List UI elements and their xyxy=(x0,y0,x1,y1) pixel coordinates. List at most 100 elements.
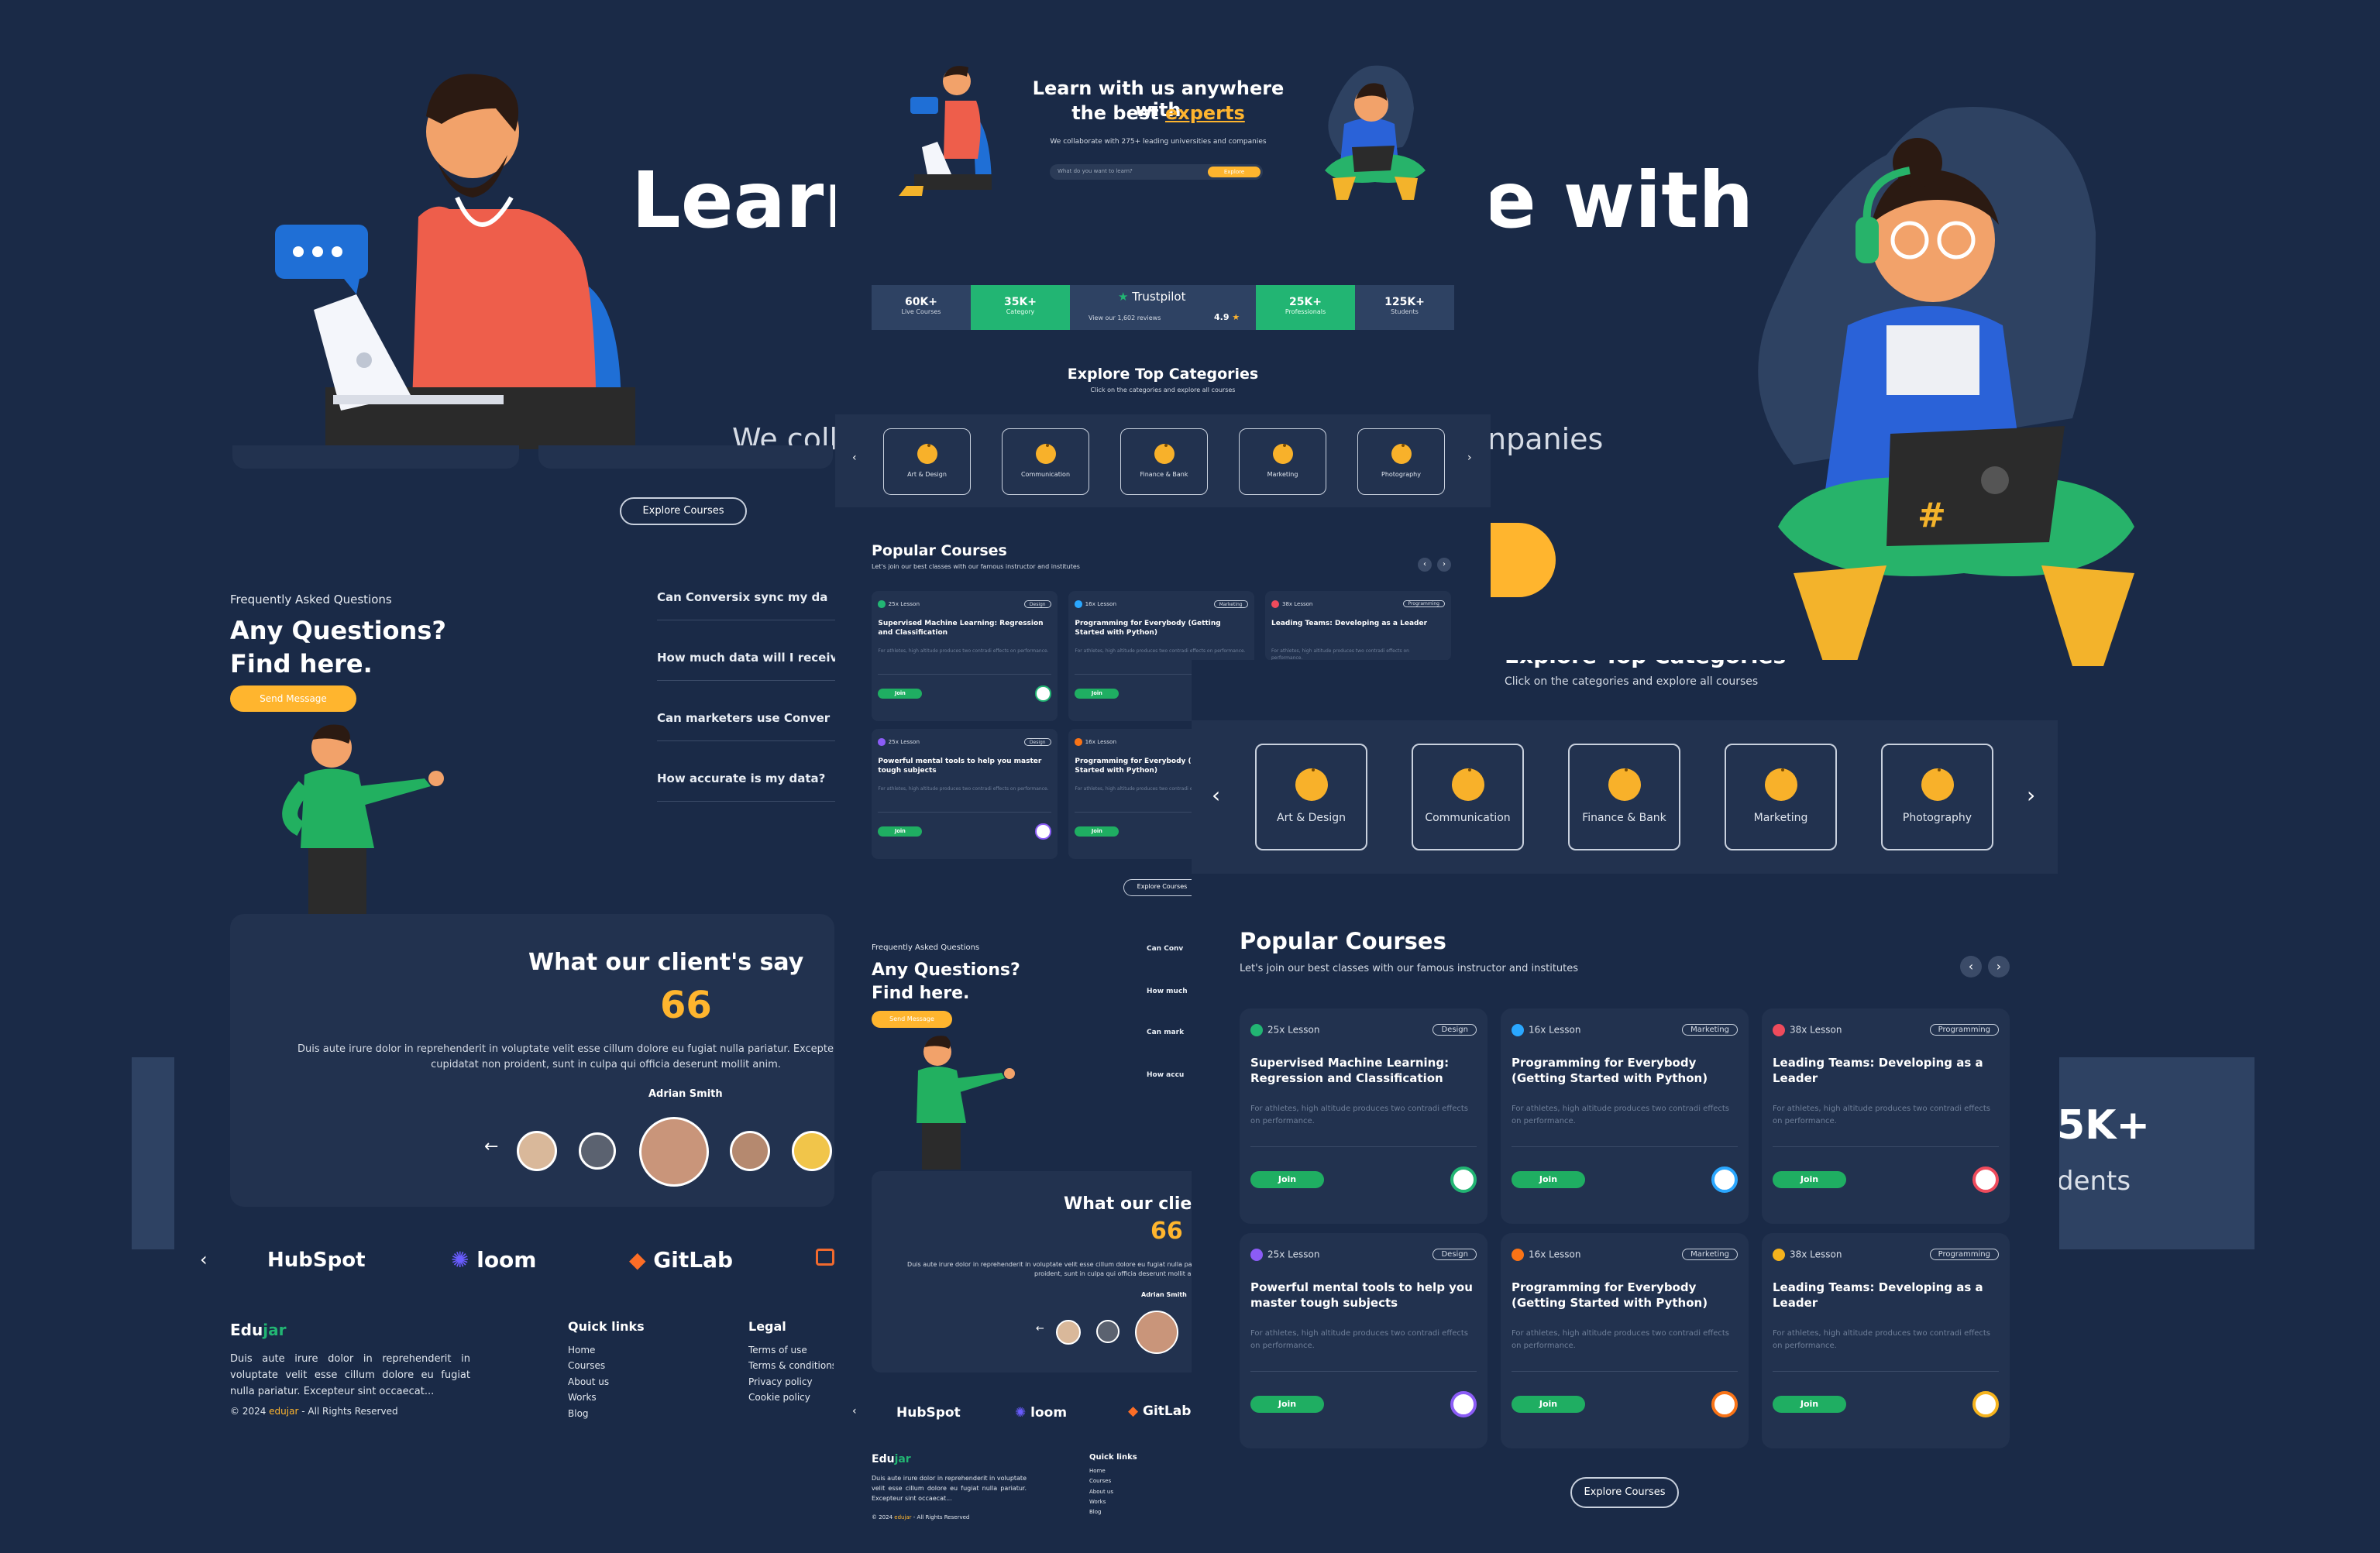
join-button[interactable]: Join xyxy=(1512,1171,1585,1188)
categories-prev-icon-big[interactable]: ‹ xyxy=(1212,782,1220,808)
popular-prev-icon[interactable]: ‹ xyxy=(1960,956,1982,977)
join-button[interactable]: Join xyxy=(1075,826,1119,837)
category-small-1[interactable]: Communication xyxy=(1002,428,1089,495)
course-card[interactable]: 25x Lesson Design Powerful mental tools to… xyxy=(1240,1233,1488,1448)
category-3[interactable]: Marketing xyxy=(1725,744,1837,850)
category-0[interactable]: Art & Design xyxy=(1255,744,1367,850)
footer-link-courses[interactable]: Courses xyxy=(568,1358,609,1373)
popular-prev-small-icon[interactable]: ‹ xyxy=(1418,558,1432,572)
category-label: Art & Design xyxy=(1277,812,1346,824)
footer-link-works[interactable]: Works xyxy=(568,1390,609,1405)
avatar[interactable] xyxy=(1096,1320,1119,1343)
faq-question-small-3[interactable]: Can mark xyxy=(1147,1029,1184,1036)
footer-link-works-small[interactable]: Works xyxy=(1089,1497,1113,1507)
faq-question-2[interactable]: How much data will I receiv xyxy=(657,651,837,665)
search-input[interactable]: What do you want to learn? xyxy=(1058,168,1133,174)
join-button[interactable]: Join xyxy=(1512,1396,1585,1413)
partners-prev-icon[interactable]: ‹ xyxy=(200,1249,208,1270)
join-button[interactable]: Join xyxy=(878,826,923,837)
course-card[interactable]: 16x Lesson Marketing Programming for Every… xyxy=(1501,1233,1749,1448)
popular-next-small-icon[interactable]: › xyxy=(1437,558,1451,572)
join-button[interactable]: Join xyxy=(1773,1171,1846,1188)
category-1[interactable]: Communication xyxy=(1412,744,1524,850)
partner-loom-label: loom xyxy=(476,1247,537,1273)
avatar-active[interactable] xyxy=(639,1117,709,1187)
categories-prev-icon[interactable]: ‹ xyxy=(852,452,857,464)
footer-link-terms-use[interactable]: Terms of use xyxy=(748,1342,834,1358)
course-title[interactable]: Leading Teams: Developing as a Leader xyxy=(1773,1280,1999,1311)
course-title[interactable]: Programming for Everybody (Getting Start… xyxy=(1512,1055,1738,1087)
explore-search-button[interactable]: Explore xyxy=(1208,167,1261,177)
footer-link-home[interactable]: Home xyxy=(568,1342,609,1358)
footer-link-courses-small[interactable]: Courses xyxy=(1089,1476,1113,1486)
category-small-2[interactable]: Finance & Bank xyxy=(1120,428,1208,495)
testimonial-title-small: What our clie xyxy=(1064,1194,1192,1214)
avatar[interactable] xyxy=(792,1131,832,1171)
avatar[interactable] xyxy=(730,1131,770,1171)
hero-title-line2: the best experts xyxy=(1007,102,1309,124)
faq-question-4[interactable]: How accurate is my data? xyxy=(657,771,825,785)
category-small-4[interactable]: Photography xyxy=(1357,428,1445,495)
join-button[interactable]: Join xyxy=(1250,1396,1324,1413)
stat-value: 35K+ xyxy=(1003,296,1037,308)
course-card[interactable]: 38x Lesson Programming Leading Teams: Deve… xyxy=(1762,1008,2010,1224)
category-4[interactable]: Photography xyxy=(1881,744,1993,850)
faq-question-small-4[interactable]: How accu xyxy=(1147,1071,1184,1079)
course-title[interactable]: Supervised Machine Learning: Regression … xyxy=(1250,1055,1477,1087)
footer-link-blog[interactable]: Blog xyxy=(568,1406,609,1421)
testimonial-prev-small-icon[interactable]: ← xyxy=(1036,1323,1044,1335)
join-button[interactable]: Join xyxy=(878,689,923,699)
footer-link-privacy[interactable]: Privacy policy xyxy=(748,1374,834,1390)
avatar-active[interactable] xyxy=(1135,1311,1178,1354)
course-card-small[interactable]: 25x Lesson Design Powerful mental tools to… xyxy=(872,729,1058,859)
explore-courses-button-small[interactable]: Explore Courses xyxy=(1123,879,1201,896)
footer-link-blog-small[interactable]: Blog xyxy=(1089,1507,1113,1517)
footer-link-about-small[interactable]: About us xyxy=(1089,1487,1113,1497)
category-small-0[interactable]: Art & Design xyxy=(883,428,971,495)
faq-question-1[interactable]: Can Conversix sync my da xyxy=(657,590,827,604)
footer-link-about[interactable]: About us xyxy=(568,1374,609,1390)
stat-big-value: 5K+ xyxy=(2057,1102,2151,1149)
faq-question-small-2[interactable]: How much xyxy=(1147,988,1188,995)
avatar[interactable] xyxy=(579,1132,616,1170)
join-button[interactable]: Join xyxy=(1773,1396,1846,1413)
faq-question-small-1[interactable]: Can Conv xyxy=(1147,945,1183,953)
course-title[interactable]: Powerful mental tools to help you master… xyxy=(878,757,1051,775)
stat-trustpilot: ★ Trustpilot View our 1,602 reviews 4.9 … xyxy=(1070,285,1256,330)
faq-send-message-button[interactable]: Send Message xyxy=(230,685,356,712)
faq-send-message-small[interactable]: Send Message xyxy=(872,1011,952,1028)
join-button[interactable]: Join xyxy=(1250,1171,1324,1188)
avatar[interactable] xyxy=(517,1131,557,1171)
categories-next-icon-big[interactable]: › xyxy=(2027,782,2035,808)
explore-courses-button-left[interactable]: Explore Courses xyxy=(620,497,747,525)
course-card-small[interactable]: 38x Lesson Programming Leading Teams: Deve… xyxy=(1265,591,1451,661)
categories-next-icon[interactable]: › xyxy=(1467,452,1472,464)
explore-courses-button[interactable]: Explore Courses xyxy=(1570,1477,1679,1508)
course-title[interactable]: Leading Teams: Developing as a Leader xyxy=(1271,619,1434,628)
institute-logo-icon xyxy=(1711,1391,1738,1417)
avatar[interactable] xyxy=(1056,1320,1081,1345)
category-2[interactable]: Finance & Bank xyxy=(1568,744,1680,850)
course-title[interactable]: Programming for Everybody (Getting Start… xyxy=(1512,1280,1738,1311)
course-title[interactable]: Leading Teams: Developing as a Leader xyxy=(1773,1055,1999,1087)
hero-big-subtitle-right: npanies xyxy=(1488,422,1604,456)
course-card[interactable]: 16x Lesson Marketing Programming for Every… xyxy=(1501,1008,1749,1224)
join-button[interactable]: Join xyxy=(1075,689,1119,699)
footer-link-home-small[interactable]: Home xyxy=(1089,1466,1113,1476)
category-small-3[interactable]: Marketing xyxy=(1239,428,1326,495)
trustpilot-reviews[interactable]: View our 1,602 reviews xyxy=(1089,314,1161,321)
course-card[interactable]: 25x Lesson Design Supervised Machine Learn… xyxy=(1240,1008,1488,1224)
course-card[interactable]: 38x Lesson Programming Leading Teams: Deve… xyxy=(1762,1233,2010,1448)
faq-question-3[interactable]: Can marketers use Conver xyxy=(657,711,830,725)
course-title[interactable]: Powerful mental tools to help you master… xyxy=(1250,1280,1477,1311)
course-title[interactable]: Programming for Everybody (Getting Start… xyxy=(1075,619,1247,637)
testimonial-prev-arrow-icon[interactable]: ← xyxy=(484,1137,498,1156)
category-label: Communication xyxy=(1425,812,1511,824)
footer-link-cookie[interactable]: Cookie policy xyxy=(748,1390,834,1405)
course-card-small[interactable]: 25x Lesson Design Supervised Machine Learn… xyxy=(872,591,1058,721)
footer-link-terms-conditions[interactable]: Terms & conditions xyxy=(748,1358,834,1373)
popular-next-icon[interactable]: › xyxy=(1988,956,2010,977)
course-title[interactable]: Supervised Machine Learning: Regression … xyxy=(878,619,1051,637)
partners-prev-small-icon[interactable]: ‹ xyxy=(852,1405,857,1417)
course-tag: Design xyxy=(1432,1249,1477,1260)
